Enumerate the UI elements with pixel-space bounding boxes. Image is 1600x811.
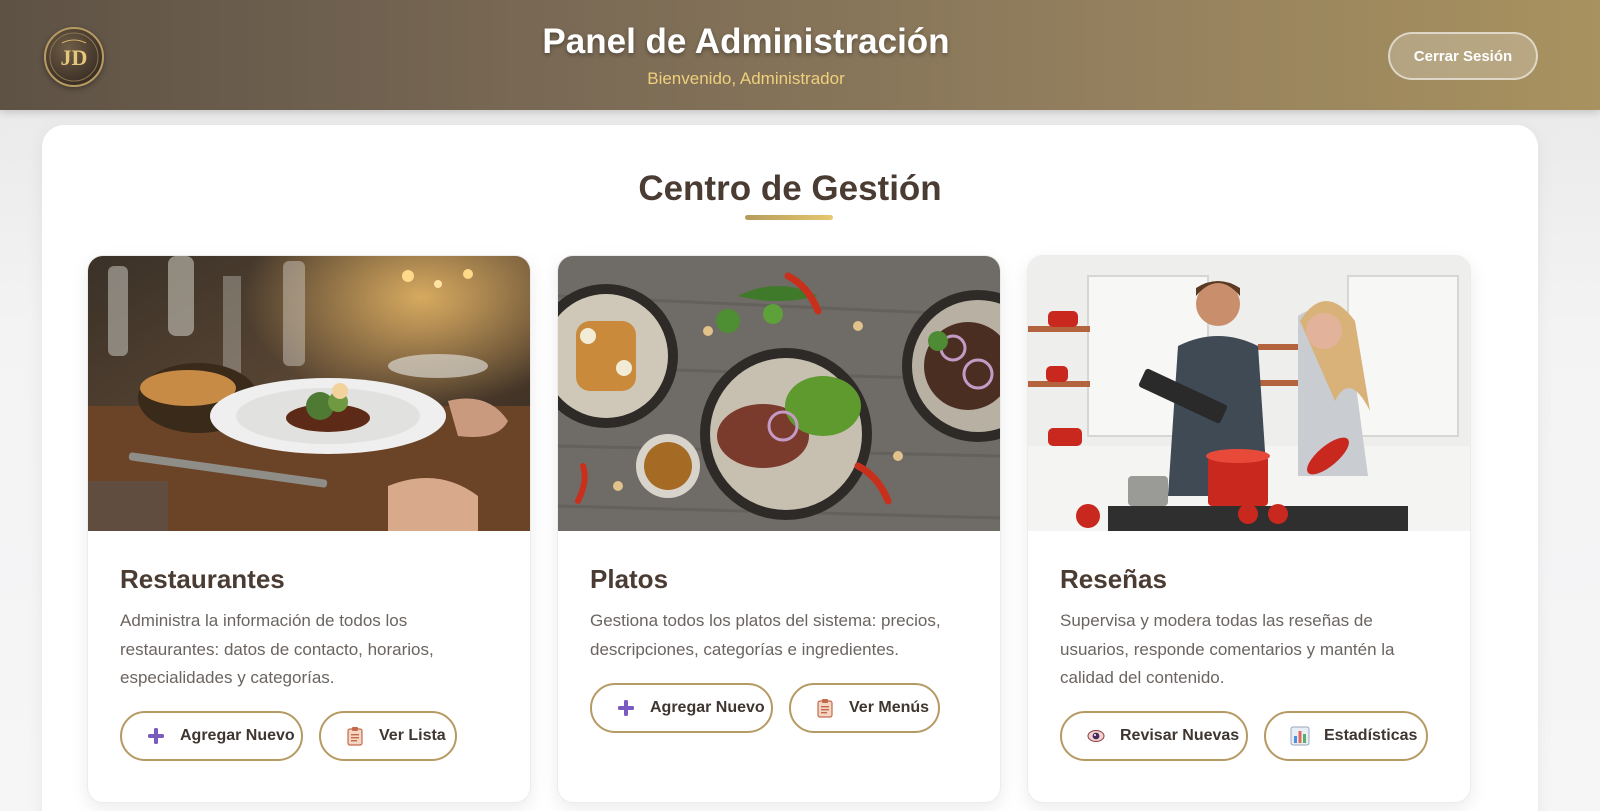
button-label: Estadísticas bbox=[1324, 727, 1418, 744]
card-description: Gestiona todos los platos del sistema: p… bbox=[590, 611, 941, 659]
plus-icon bbox=[614, 696, 638, 720]
management-panel: Centro de Gestión Restaurantes Administr… bbox=[42, 125, 1538, 811]
plus-icon bbox=[144, 724, 168, 748]
title-underline bbox=[745, 215, 833, 220]
card-resenas: Reseñas Supervisa y modera todas las res… bbox=[1027, 255, 1471, 803]
clipboard-icon bbox=[813, 696, 837, 720]
restaurant-dining-photo bbox=[88, 256, 530, 531]
eye-icon bbox=[1084, 724, 1108, 748]
card-description: Supervisa y modera todas las reseñas de … bbox=[1060, 611, 1395, 687]
logout-button[interactable]: Cerrar Sesión bbox=[1388, 32, 1538, 80]
section-title: Centro de Gestión bbox=[638, 169, 942, 208]
top-header: JD Panel de Administración Bienvenido, A… bbox=[0, 0, 1600, 110]
view-menus-button[interactable]: Ver Menús bbox=[789, 683, 940, 733]
dishes-overhead-photo bbox=[558, 256, 1000, 531]
button-label: Ver Menús bbox=[849, 699, 930, 716]
page-title: Panel de Administración bbox=[542, 22, 950, 61]
card-title: Restaurantes bbox=[120, 564, 285, 594]
button-label: Ver Lista bbox=[379, 727, 446, 744]
card-platos: Platos Gestiona todos los platos del sis… bbox=[557, 255, 1001, 803]
button-label: Agregar Nuevo bbox=[180, 727, 295, 744]
add-dish-button[interactable]: Agregar Nuevo bbox=[590, 683, 773, 733]
add-restaurant-button[interactable]: Agregar Nuevo bbox=[120, 711, 303, 761]
button-label: Revisar Nuevas bbox=[1120, 727, 1240, 744]
button-label: Agregar Nuevo bbox=[650, 699, 765, 716]
review-new-button[interactable]: Revisar Nuevas bbox=[1060, 711, 1248, 761]
card-restaurantes: Restaurantes Administra la información d… bbox=[87, 255, 531, 803]
welcome-subtitle: Bienvenido, Administrador bbox=[647, 69, 845, 88]
bar-chart-icon bbox=[1288, 724, 1312, 748]
couple-cooking-photo bbox=[1028, 256, 1470, 531]
clipboard-icon bbox=[343, 724, 367, 748]
card-title: Platos bbox=[590, 564, 669, 594]
statistics-button[interactable]: Estadísticas bbox=[1264, 711, 1428, 761]
card-title: Reseñas bbox=[1060, 564, 1167, 594]
card-description: Administra la información de todos los r… bbox=[120, 611, 434, 687]
view-restaurant-list-button[interactable]: Ver Lista bbox=[319, 711, 457, 761]
